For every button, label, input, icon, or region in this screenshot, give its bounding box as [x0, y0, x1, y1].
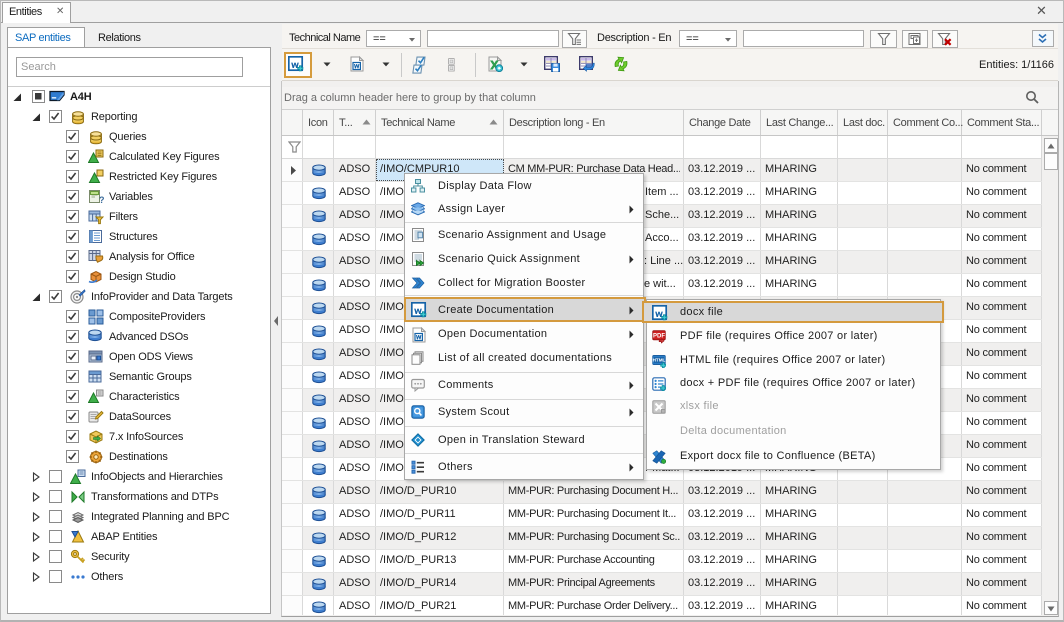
svg-text:?: ? — [99, 195, 104, 205]
svg-text:HTML: HTML — [653, 358, 666, 363]
svg-text:PDF: PDF — [653, 333, 665, 339]
